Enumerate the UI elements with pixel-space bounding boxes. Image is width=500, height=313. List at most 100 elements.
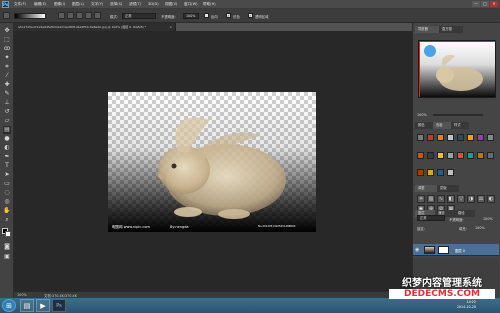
blend-mode-select[interactable]: 正常 bbox=[417, 215, 445, 221]
navigator-zoom-slider[interactable] bbox=[433, 114, 483, 116]
tool-preset-picker[interactable] bbox=[3, 12, 10, 19]
style-swatch[interactable] bbox=[437, 134, 444, 141]
linear-gradient-button[interactable] bbox=[58, 12, 65, 19]
radial-gradient-button[interactable] bbox=[67, 12, 74, 19]
style-swatch[interactable] bbox=[427, 151, 434, 159]
dodge-tool-icon[interactable]: ◐ bbox=[3, 144, 11, 152]
taskbar-media-icon[interactable]: ▶ bbox=[36, 299, 50, 312]
zoom-tool-icon[interactable]: ⌕ bbox=[3, 216, 11, 224]
style-swatch[interactable] bbox=[477, 134, 484, 141]
hand-tool-icon[interactable]: ✋ bbox=[3, 207, 11, 215]
minimize-button[interactable]: — bbox=[472, 1, 480, 7]
eraser-icon[interactable]: ▱ bbox=[3, 117, 11, 125]
reflected-gradient-button[interactable] bbox=[85, 12, 92, 19]
3d-rotate-icon[interactable]: ◌ bbox=[3, 189, 11, 197]
reverse-checkbox[interactable] bbox=[204, 13, 209, 18]
tab-styles[interactable]: 样式 bbox=[451, 122, 469, 129]
magic-wand-icon[interactable]: ✦ bbox=[3, 54, 11, 62]
style-swatch[interactable] bbox=[427, 134, 434, 141]
close-document-icon[interactable]: × bbox=[169, 23, 172, 31]
style-swatch[interactable] bbox=[447, 169, 454, 177]
menu-help[interactable]: 帮助(H) bbox=[203, 2, 216, 7]
blur-tool-icon[interactable]: ● bbox=[3, 135, 11, 143]
exposure-icon[interactable]: ◧ bbox=[447, 195, 455, 203]
layer-name[interactable]: 图层 0 bbox=[455, 248, 465, 253]
menu-3d[interactable]: 3D(D) bbox=[148, 2, 159, 6]
zoom-level[interactable]: 100% bbox=[17, 293, 27, 297]
menu-filter[interactable]: 滤镜(T) bbox=[129, 2, 141, 7]
tab-color[interactable]: 颜色 bbox=[415, 122, 433, 129]
angle-gradient-button[interactable] bbox=[76, 12, 83, 19]
layer-opacity-value[interactable]: 100% bbox=[483, 217, 493, 221]
style-swatch[interactable] bbox=[437, 169, 444, 177]
style-swatch[interactable] bbox=[417, 151, 424, 159]
tab-swatches[interactable]: 色板 bbox=[433, 122, 451, 129]
move-tool-icon[interactable]: ✥ bbox=[3, 27, 11, 35]
marquee-tool-icon[interactable]: ⬚ bbox=[3, 36, 11, 44]
tab-adjustments[interactable]: 调整 bbox=[415, 185, 437, 192]
tab-masks[interactable]: 蒙版 bbox=[437, 185, 459, 192]
path-select-icon[interactable]: ➤ bbox=[3, 171, 11, 179]
opacity-input[interactable]: 100% bbox=[183, 13, 199, 19]
lasso-tool-icon[interactable]: ꝏ bbox=[3, 45, 11, 53]
style-swatch[interactable] bbox=[437, 151, 444, 159]
screen-mode-icon[interactable]: ▣ bbox=[3, 253, 11, 261]
style-swatch[interactable] bbox=[447, 134, 454, 141]
brush-tool-icon[interactable]: ✎ bbox=[3, 90, 11, 98]
transparency-checkbox[interactable]: ✓ bbox=[248, 13, 253, 18]
taskbar-photoshop-icon[interactable]: Ps bbox=[52, 299, 66, 312]
menu-edit[interactable]: 编辑(E) bbox=[34, 2, 46, 7]
menu-type[interactable]: 文字(Y) bbox=[91, 2, 103, 7]
gradient-tool-icon[interactable]: ▤ bbox=[3, 126, 11, 134]
tab-histogram[interactable]: 直方图 bbox=[439, 26, 463, 33]
fill-value[interactable]: 100% bbox=[475, 226, 485, 230]
style-swatch[interactable] bbox=[447, 151, 454, 159]
menu-view[interactable]: 视图(V) bbox=[165, 2, 177, 7]
healing-brush-icon[interactable]: ✚ bbox=[3, 81, 11, 89]
quick-mask-icon[interactable]: ◙ bbox=[3, 243, 11, 251]
style-swatch[interactable] bbox=[457, 151, 464, 159]
style-swatch[interactable] bbox=[467, 151, 474, 159]
brightness-icon[interactable]: ☀ bbox=[417, 195, 425, 203]
type-tool-icon[interactable]: T bbox=[3, 162, 11, 170]
diamond-gradient-button[interactable] bbox=[94, 12, 101, 19]
maximize-button[interactable]: □ bbox=[481, 1, 489, 7]
menu-file[interactable]: 文件(F) bbox=[14, 2, 26, 7]
style-swatch[interactable] bbox=[467, 134, 474, 141]
stamp-tool-icon[interactable]: ⊥ bbox=[3, 99, 11, 107]
taskbar-explorer-icon[interactable]: ▤ bbox=[20, 299, 34, 312]
hue-icon[interactable]: ◑ bbox=[467, 195, 475, 203]
dither-checkbox[interactable]: ✓ bbox=[226, 13, 231, 18]
menu-layer[interactable]: 图层(L) bbox=[72, 2, 84, 7]
3d-orbit-icon[interactable]: ◎ bbox=[3, 198, 11, 206]
tab-navigator[interactable]: 导航器 bbox=[415, 26, 439, 33]
pen-tool-icon[interactable]: ✒ bbox=[3, 153, 11, 161]
menu-image[interactable]: 图像(I) bbox=[54, 2, 65, 7]
style-swatch[interactable] bbox=[457, 134, 464, 141]
background-color-swatch[interactable] bbox=[5, 231, 11, 237]
document-tab[interactable]: a5c27d5ed72e5e64fef03de1fcde4f0f1d4a9f5d… bbox=[14, 23, 176, 31]
black-white-icon[interactable]: ◐ bbox=[487, 195, 495, 203]
style-swatch[interactable] bbox=[487, 134, 494, 141]
mode-select[interactable]: 正常 bbox=[122, 13, 156, 19]
shape-tool-icon[interactable]: ▭ bbox=[3, 180, 11, 188]
style-swatch[interactable] bbox=[477, 151, 484, 159]
document-canvas[interactable]: 昵图网 www.nipic.com By:nengda No:201205141… bbox=[108, 92, 316, 232]
vibrance-icon[interactable]: ▽ bbox=[457, 195, 465, 203]
style-swatch[interactable] bbox=[487, 151, 494, 159]
eye-icon[interactable]: ◉ bbox=[415, 247, 419, 253]
navigator-zoom[interactable]: 100% bbox=[417, 113, 427, 117]
menu-select[interactable]: 选择(S) bbox=[110, 2, 122, 7]
windows-start-icon[interactable]: ⊞ bbox=[2, 299, 16, 312]
navigator-view-rect[interactable] bbox=[419, 41, 495, 97]
eyedropper-icon[interactable]: ⁄ bbox=[3, 72, 11, 80]
clock[interactable]: 14:22 2014-10-20 bbox=[457, 300, 476, 310]
style-swatch[interactable] bbox=[417, 134, 424, 141]
layer-row[interactable]: ◉ 图层 0 bbox=[413, 244, 499, 256]
menu-window[interactable]: 窗口(W) bbox=[184, 2, 198, 7]
color-balance-icon[interactable]: ⚖ bbox=[477, 195, 485, 203]
navigator-preview[interactable] bbox=[418, 40, 496, 98]
style-swatch[interactable] bbox=[417, 169, 424, 177]
levels-icon[interactable]: ▥ bbox=[427, 195, 435, 203]
crop-tool-icon[interactable]: ⌗ bbox=[3, 63, 11, 71]
